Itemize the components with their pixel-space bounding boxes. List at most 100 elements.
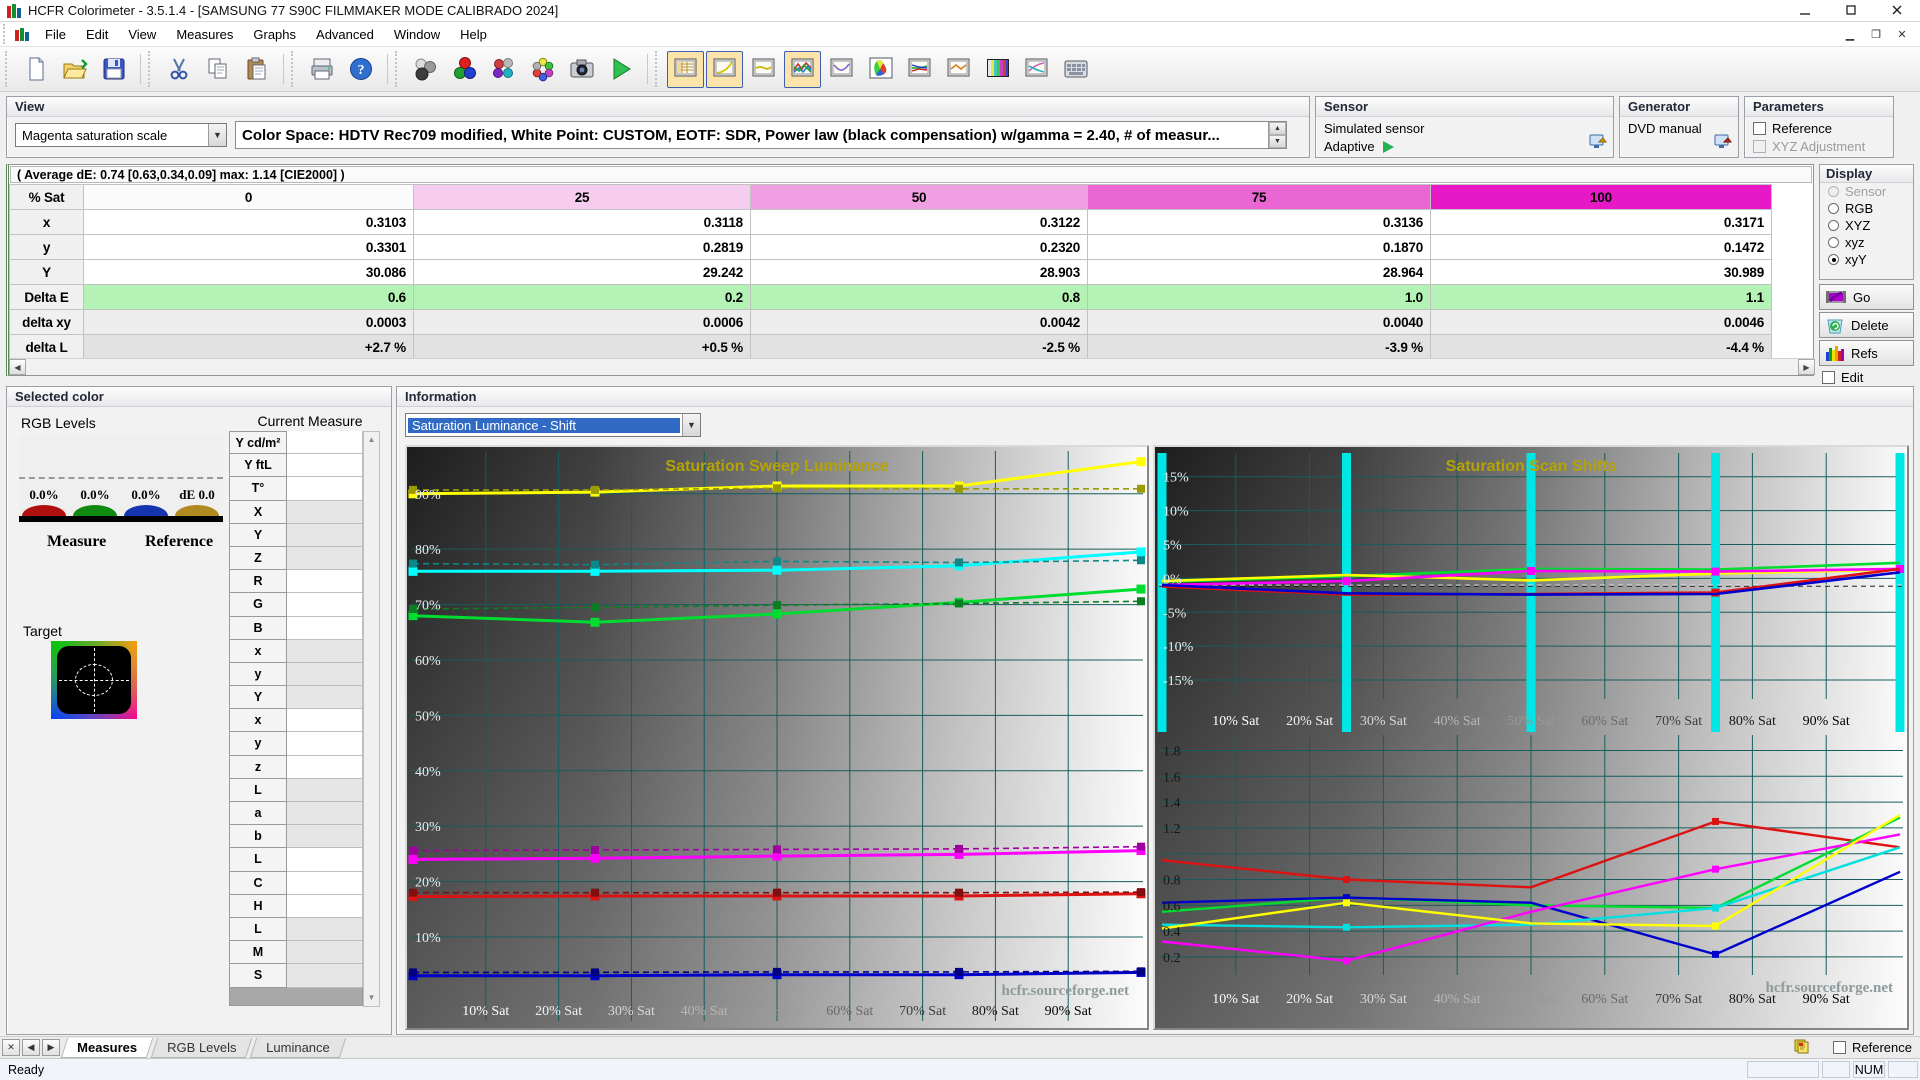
neutral-scale-view-button[interactable] (745, 51, 782, 88)
measure-row-value[interactable] (287, 477, 363, 500)
chevron-down-icon[interactable]: ▼ (682, 414, 700, 436)
menu-item-window[interactable]: Window (384, 24, 450, 45)
measure-row-value[interactable] (287, 779, 363, 802)
reference-checkbox-box[interactable] (1833, 1041, 1846, 1054)
tab-measures[interactable]: Measures (61, 1038, 153, 1058)
reference-checkbox[interactable]: Reference (1833, 1040, 1912, 1055)
edit-checkbox[interactable]: Edit (1822, 370, 1863, 385)
saturation-sweep-luminance-chart[interactable]: 90%80%70%60%50%40%30%20%10%10% Sat20% Sa… (405, 445, 1149, 1030)
color-shift-view-button[interactable] (784, 51, 821, 88)
measure-row-value[interactable] (287, 640, 363, 663)
measure-row-value[interactable] (287, 547, 363, 570)
measure-row-value[interactable] (287, 732, 363, 755)
radio-icon[interactable] (1828, 220, 1839, 231)
measure-row-value[interactable] (287, 593, 363, 616)
column-header-50[interactable]: 50 (751, 185, 1088, 210)
edit-checkbox-box[interactable] (1822, 371, 1835, 384)
cie-chart-view-button[interactable] (862, 51, 899, 88)
column-header-0[interactable]: 0 (84, 185, 414, 210)
cell-delta-l-75[interactable]: -3.9 % (1088, 335, 1431, 360)
scroll-down-icon[interactable]: ▼ (364, 990, 379, 1006)
luminance-curve-view-button[interactable] (823, 51, 860, 88)
information-select[interactable]: Saturation Luminance - Shift ▼ (405, 413, 701, 437)
secondaries-measure-button[interactable] (485, 51, 522, 88)
help-button[interactable]: ? (342, 51, 379, 88)
measure-grid-view-button[interactable] (1057, 51, 1094, 88)
cell-x-50[interactable]: 0.3122 (751, 210, 1088, 235)
scroll-right-icon[interactable]: ▶ (1798, 359, 1815, 375)
measure-row-value[interactable] (287, 617, 363, 640)
cell-delta-e-50[interactable]: 0.8 (751, 285, 1088, 310)
sensor-config-icon[interactable] (1589, 134, 1607, 153)
cell-x-0[interactable]: 0.3103 (84, 210, 414, 235)
primaries-measure-button[interactable] (446, 51, 483, 88)
measure-row-value[interactable] (287, 709, 363, 732)
tab-close-icon[interactable]: ✕ (2, 1039, 20, 1056)
cell-x-75[interactable]: 0.3136 (1088, 210, 1431, 235)
measure-row-value[interactable] (287, 964, 363, 987)
saturation-scale-select[interactable]: Magenta saturation scale ▼ (15, 123, 227, 147)
refs-button[interactable]: Refs (1819, 340, 1914, 366)
cell-delta-xy-0[interactable]: 0.0003 (84, 310, 414, 335)
menu-item-edit[interactable]: Edit (76, 24, 118, 45)
column-header-100[interactable]: 100 (1431, 185, 1772, 210)
menu-item-measures[interactable]: Measures (166, 24, 243, 45)
radio-icon[interactable] (1828, 237, 1839, 248)
saturation-scan-shifts-chart[interactable]: 15%10%5%0%-5%-10%-15%10% Sat20% Sat30% S… (1153, 445, 1909, 1030)
scroll-left-icon[interactable]: ◀ (9, 359, 26, 375)
menu-item-graphs[interactable]: Graphs (243, 24, 306, 45)
measure-row-value[interactable] (287, 848, 363, 871)
cell-y-50[interactable]: 28.903 (751, 260, 1088, 285)
tab-rgb-levels[interactable]: RGB Levels (151, 1038, 253, 1058)
saturation-view-button[interactable] (1018, 51, 1055, 88)
copy-button[interactable] (199, 51, 236, 88)
run-measures-button[interactable] (602, 51, 639, 88)
parameters-checkbox-reference[interactable]: Reference (1753, 121, 1893, 136)
cell-delta-e-25[interactable]: 0.2 (414, 285, 751, 310)
measure-row-value[interactable] (287, 501, 363, 524)
display-radio-xyz[interactable]: XYZ (1820, 217, 1913, 234)
measure-row-value[interactable] (287, 663, 363, 686)
cell-delta-l-100[interactable]: -4.4 % (1431, 335, 1772, 360)
menu-item-help[interactable]: Help (450, 24, 497, 45)
column-header-25[interactable]: 25 (414, 185, 751, 210)
measure-row-value[interactable] (287, 454, 363, 477)
minimize-button[interactable] (1782, 0, 1828, 22)
close-button[interactable] (1874, 0, 1920, 22)
measures-table-view-button[interactable] (667, 51, 704, 88)
measure-row-value[interactable] (287, 570, 363, 593)
scroll-up-icon[interactable]: ▲ (364, 432, 379, 448)
cell-x-25[interactable]: 0.3118 (414, 210, 751, 235)
column-header-75[interactable]: 75 (1088, 185, 1431, 210)
menu-item-advanced[interactable]: Advanced (306, 24, 384, 45)
measure-row-value[interactable] (287, 872, 363, 895)
tab-luminance[interactable]: Luminance (250, 1038, 346, 1058)
tab-scroll-right-icon[interactable]: ▶ (42, 1039, 60, 1056)
gamma-curve-view-button[interactable] (706, 51, 743, 88)
save-file-button[interactable] (95, 51, 132, 88)
cell-delta-l-50[interactable]: -2.5 % (751, 335, 1088, 360)
tab-scroll-left-icon[interactable]: ◀ (22, 1039, 40, 1056)
display-radio-xyy[interactable]: xyY (1820, 251, 1913, 268)
menu-item-view[interactable]: View (118, 24, 166, 45)
display-radio-xyz[interactable]: xyz (1820, 234, 1913, 251)
measure-row-value[interactable] (287, 941, 363, 964)
print-button[interactable] (303, 51, 340, 88)
color-temperature-view-button[interactable] (940, 51, 977, 88)
cell-y-0[interactable]: 30.086 (84, 260, 414, 285)
measure-row-value[interactable] (287, 918, 363, 941)
cell-delta-xy-100[interactable]: 0.0046 (1431, 310, 1772, 335)
measure-row-value[interactable] (287, 825, 363, 848)
color-bars-view-button[interactable] (979, 51, 1016, 88)
pages-icon[interactable] (1793, 1039, 1809, 1057)
cell-delta-xy-75[interactable]: 0.0040 (1088, 310, 1431, 335)
cut-button[interactable] (160, 51, 197, 88)
chevron-down-icon[interactable]: ▼ (208, 124, 226, 146)
document-icon[interactable] (15, 28, 29, 41)
measure-row-value[interactable] (287, 802, 363, 825)
cell-y-100[interactable]: 0.1472 (1431, 235, 1772, 260)
open-file-button[interactable] (56, 51, 93, 88)
cell-y-75[interactable]: 28.964 (1088, 260, 1431, 285)
measure-row-value[interactable] (287, 524, 363, 547)
display-radio-rgb[interactable]: RGB (1820, 200, 1913, 217)
